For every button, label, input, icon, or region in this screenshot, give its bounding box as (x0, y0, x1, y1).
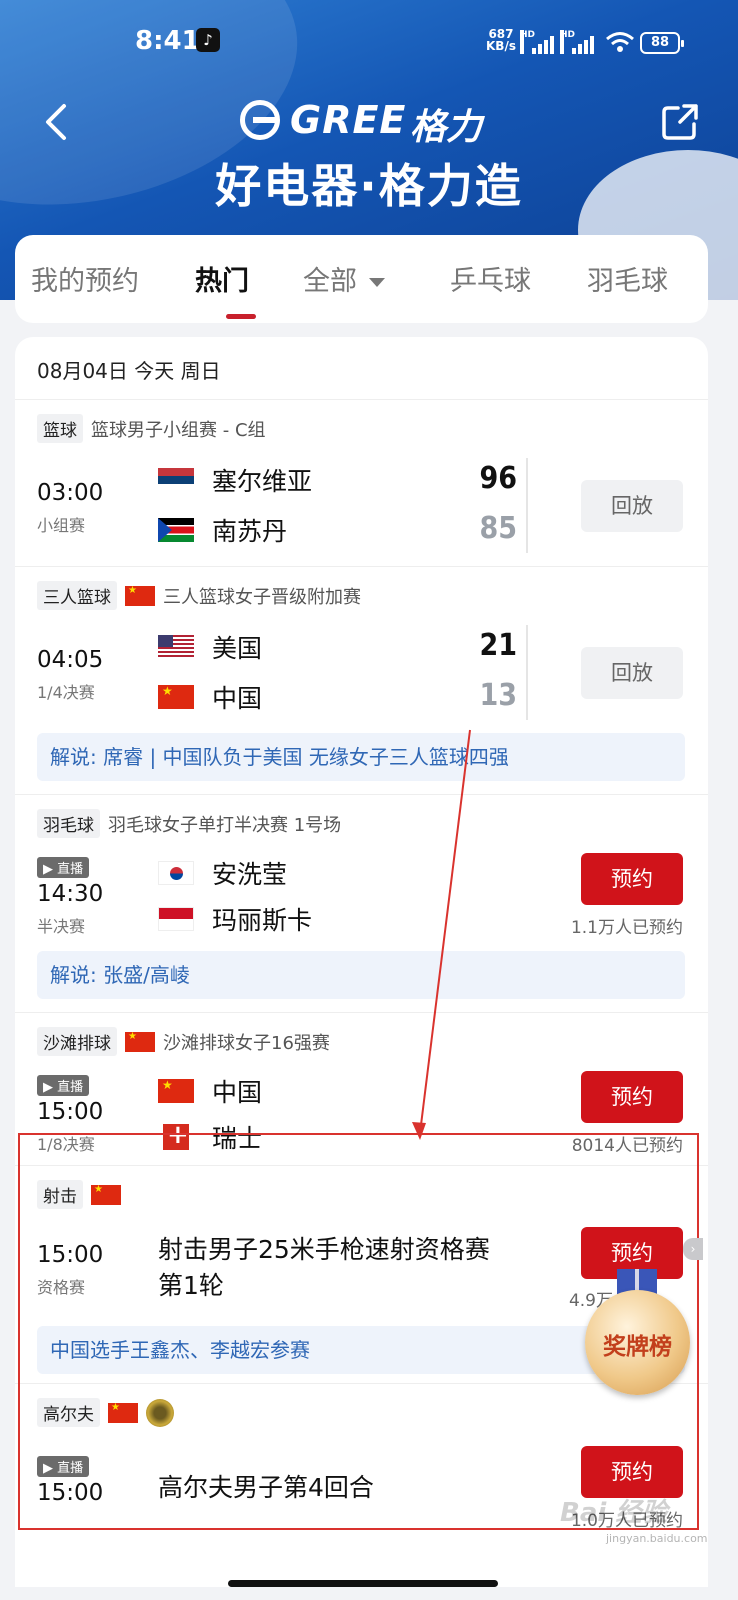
share-icon[interactable] (660, 102, 700, 142)
south-sudan-flag-icon (158, 518, 194, 542)
brand-name: GREE (290, 98, 407, 142)
reserve-count: 1.1万人已预约 (570, 918, 683, 938)
network-speed: 687 KB/s (486, 28, 516, 52)
active-tab-indicator (226, 314, 256, 319)
team-row: 安洗莹 (158, 855, 287, 891)
brand-logo: GREE 格力 (240, 96, 500, 148)
match-card[interactable]: 篮球 篮球男子小组赛 - C组 03:00 小组赛 塞尔维亚 南苏丹 96 85… (15, 399, 708, 566)
team-name: 中国 (212, 684, 263, 713)
battery-indicator: 88 (640, 32, 684, 54)
sport-tag: 沙滩排球 (37, 1027, 117, 1056)
signal-icon: HD (560, 30, 594, 54)
match-title: 篮球男子小组赛 - C组 (91, 419, 266, 441)
replay-button[interactable]: 回放 (581, 480, 683, 532)
match-time: 14:30 (37, 881, 104, 907)
match-round: 小组赛 (37, 516, 86, 535)
brand-logo-mark (240, 100, 280, 140)
divider (526, 625, 528, 720)
match-header: 三人篮球 三人篮球女子晋级附加赛 (37, 581, 361, 610)
match-card[interactable]: 羽毛球 羽毛球女子单打半决赛 1号场 ▶ 直播 14:30 半决赛 安洗莹 玛丽… (15, 794, 708, 1012)
match-header: 篮球 篮球男子小组赛 - C组 (37, 414, 266, 443)
tiktok-icon: ♪ (196, 28, 220, 52)
team-row: 玛丽斯卡 (158, 901, 312, 937)
team-row: 南苏丹 (158, 512, 287, 548)
match-title: 羽毛球女子单打半决赛 1号场 (108, 814, 342, 836)
divider (526, 458, 528, 553)
indonesia-flag-icon (158, 907, 194, 931)
home-indicator[interactable] (228, 1580, 498, 1587)
tab-bar: 我的预约 热门 全部 乒乓球 羽毛球 (15, 235, 708, 323)
signal-icon: HD (520, 30, 554, 54)
live-badge: ▶ 直播 (37, 1075, 90, 1096)
wifi-icon (606, 32, 634, 52)
team-name: 安洗莹 (212, 860, 288, 889)
status-bar: 8:41 ♪ 687 KB/s HD HD 88 (0, 0, 738, 80)
match-time: 15:00 (37, 1099, 104, 1125)
china-flag-icon (158, 685, 194, 709)
team-name: 玛丽斯卡 (212, 906, 313, 935)
match-header: 羽毛球 羽毛球女子单打半决赛 1号场 (37, 809, 341, 838)
tab-all[interactable]: 全部 (303, 259, 385, 298)
chevron-right-icon[interactable]: › (683, 1238, 703, 1260)
slogan: 好电器·格力造 (215, 159, 523, 213)
tab-my-reservations[interactable]: 我的预约 (31, 259, 139, 298)
score: 13 (479, 678, 517, 713)
team-name: 美国 (212, 634, 263, 663)
watermark: Bai 经验 (560, 1498, 668, 1528)
brand-name-cn: 格力 (410, 107, 483, 148)
caret-down-icon (369, 278, 385, 287)
tab-hot[interactable]: 热门 (195, 259, 249, 298)
team-row: 中国 (158, 679, 262, 715)
match-title: 三人篮球女子晋级附加赛 (163, 586, 361, 608)
medal-table-label: 奖牌榜 (603, 1334, 672, 1360)
team-name: 中国 (212, 1078, 263, 1107)
team-row: 美国 (158, 629, 262, 665)
match-time: 04:05 (37, 647, 104, 673)
medal-table-button[interactable]: 奖牌榜 (585, 1269, 690, 1395)
date-header: 08月04日 今天 周日 (37, 359, 221, 383)
china-flag-icon (158, 1079, 194, 1103)
match-time: 03:00 (37, 480, 104, 506)
network-speed-unit: KB/s (486, 39, 516, 53)
match-round: 半决赛 (37, 917, 86, 936)
sport-tag: 篮球 (37, 414, 83, 443)
usa-flag-icon (158, 635, 194, 659)
status-time: 8:41 (135, 26, 200, 56)
match-title: 沙滩排球女子16强赛 (163, 1032, 330, 1054)
team-row: 中国 (158, 1073, 262, 1109)
commentary-bar[interactable]: 解说: 席睿 | 中国队负于美国 无缘女子三人篮球四强 (37, 733, 685, 781)
serbia-flag-icon (158, 468, 194, 492)
tab-all-label: 全部 (303, 266, 357, 297)
reserve-button[interactable]: 预约 (581, 1071, 683, 1123)
sport-tag: 羽毛球 (37, 809, 100, 838)
china-flag-icon (125, 1031, 155, 1052)
live-badge: ▶ 直播 (37, 857, 90, 878)
team-name: 南苏丹 (212, 517, 288, 546)
china-flag-icon (125, 585, 155, 606)
match-header: 沙滩排球 沙滩排球女子16强赛 (37, 1027, 330, 1056)
replay-button[interactable]: 回放 (581, 647, 683, 699)
match-card[interactable]: 三人篮球 三人篮球女子晋级附加赛 04:05 1/4决赛 美国 中国 21 13… (15, 566, 708, 794)
reserve-button[interactable]: 预约 (581, 853, 683, 905)
team-row: 塞尔维亚 (158, 462, 312, 498)
match-round: 1/4决赛 (37, 683, 95, 702)
score: 21 (479, 628, 517, 663)
korea-flag-icon (158, 861, 194, 885)
back-icon[interactable] (38, 102, 78, 142)
tab-table-tennis[interactable]: 乒乓球 (450, 259, 531, 298)
tab-badminton[interactable]: 羽毛球 (587, 259, 668, 298)
commentary-bar[interactable]: 解说: 张盛/高崚 (37, 951, 685, 999)
sport-tag: 三人篮球 (37, 581, 117, 610)
watermark-url: jingyan.baidu.com (606, 1532, 708, 1545)
score: 96 (479, 461, 517, 496)
score: 85 (479, 511, 517, 546)
team-name: 塞尔维亚 (212, 467, 313, 496)
